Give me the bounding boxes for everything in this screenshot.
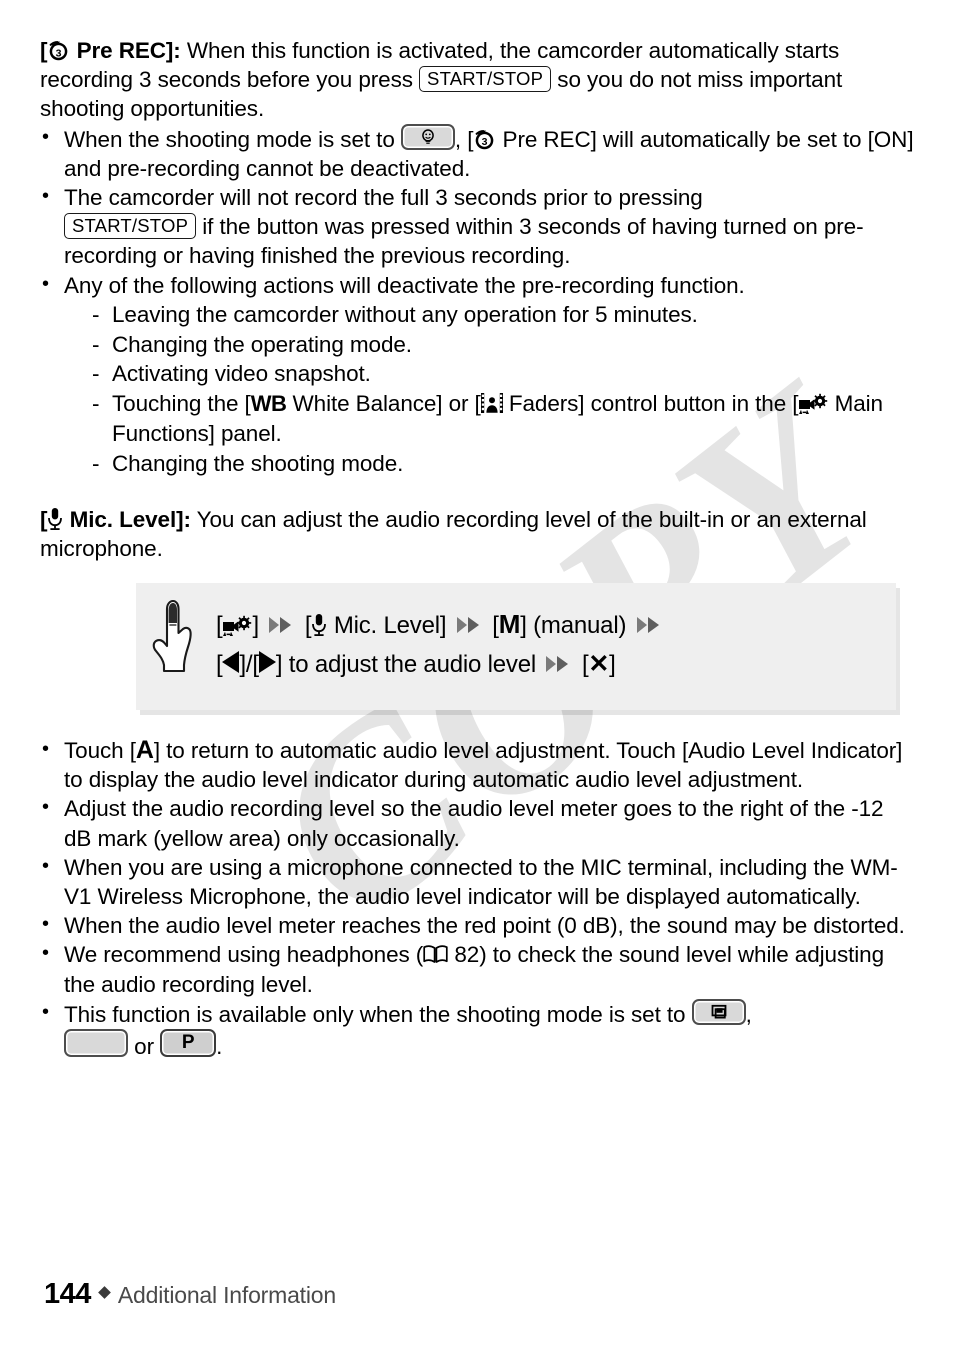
program-ae-mode-icon: P: [160, 1029, 217, 1058]
procedure-box: [] [ Mic. Level] [M] (manual) []/[] to a…: [136, 583, 896, 711]
list-item: Activating video snapshot.: [88, 359, 914, 389]
list-item: Changing the operating mode.: [88, 330, 914, 360]
sub-item-5: Changing the shooting mode.: [112, 450, 404, 476]
list-item: When the audio level meter reaches the r…: [40, 910, 914, 940]
list-item: Adjust the audio recording level so the …: [40, 793, 914, 852]
list-item: The camcorder will not record the full 3…: [40, 182, 914, 271]
pre-rec-paragraph: [3 Pre REC]: When this function is activ…: [40, 36, 914, 124]
double-chevron-icon: [545, 647, 572, 673]
pre-rec-icon: 3: [473, 128, 496, 151]
page-number: 144: [44, 1278, 91, 1310]
mic-level-bullet-list: Touch [A] to return to automatic audio l…: [40, 735, 914, 1061]
procedure-line-1: [] [ Mic. Level] [M] (manual): [216, 605, 876, 645]
double-chevron-icon: [636, 608, 663, 634]
page-content: [3 Pre REC]: When this function is activ…: [40, 36, 914, 1061]
p1-f: ] (manual): [520, 612, 627, 640]
pre-rec-icon: 3: [47, 39, 70, 62]
mic-bullet-5-page: 82: [454, 942, 480, 968]
double-chevron-icon: [268, 608, 295, 634]
mic-bullet-2: Adjust the audio recording level so the …: [64, 796, 884, 851]
bracket-close: ]:: [165, 38, 181, 63]
svg-text:3: 3: [56, 47, 62, 59]
bracket-open: [: [40, 38, 48, 63]
bullet-1-text-a: When the shooting mode is set to: [64, 126, 395, 152]
right-triangle-icon: [258, 651, 276, 674]
pre-rec-bullet-list: When the shooting mode is set to , [3 Pr…: [40, 123, 914, 479]
main-functions-icon: [798, 392, 828, 415]
mic-bullet-4: When the audio level meter reaches the r…: [64, 913, 905, 939]
list-item: When the shooting mode is set to , [3 Pr…: [40, 123, 914, 183]
sub-item-2: Changing the operating mode.: [112, 331, 412, 357]
sub-item-1: Leaving the camcorder without any operat…: [112, 301, 698, 327]
smart-auto-mode-icon: [400, 123, 455, 150]
bullet-2-text-a: The camcorder will not record the full 3…: [64, 185, 703, 211]
mic-bullet-6-b: ,: [745, 1001, 752, 1027]
bracket-open: [: [40, 506, 48, 532]
mic-level-heading: [ Mic. Level]:: [40, 507, 191, 532]
svg-text:3: 3: [482, 136, 488, 148]
cinema-mode-icon: [691, 998, 746, 1025]
mic-bullet-5-a: We recommend using headphones (: [64, 942, 424, 968]
list-item: Touching the [WB White Balance] or [ Fad…: [88, 389, 914, 449]
pre-rec-label: Pre REC: [76, 38, 166, 63]
blank-mode-icon: [64, 1029, 128, 1058]
list-item: When you are using a microphone connecte…: [40, 852, 914, 911]
faders-icon: [480, 392, 503, 414]
bracket-close: ]:: [176, 506, 191, 532]
list-item: This function is available only when the…: [40, 998, 914, 1061]
mic-bullet-6-a: This function is available only when the…: [64, 1001, 686, 1027]
white-balance-icon: WB: [250, 391, 287, 417]
mic-level-paragraph: [ Mic. Level]: You can adjust the audio …: [40, 505, 914, 563]
program-mode-letter: P: [181, 1032, 195, 1054]
sub-item-3: Activating video snapshot.: [112, 361, 371, 387]
procedure-steps: [] [ Mic. Level] [M] (manual) []/[] to a…: [216, 605, 876, 684]
mic-bullet-3: When you are using a microphone connecte…: [64, 854, 898, 910]
p2-b: ]/[: [239, 651, 259, 679]
main-functions-icon: [222, 614, 252, 637]
diamond-separator-icon: [98, 1286, 111, 1299]
auto-mode-letter: A: [135, 736, 154, 765]
p1-b: ]: [252, 612, 259, 640]
sub-item-4-b: White Balance] or [: [292, 391, 481, 417]
list-item: Changing the shooting mode.: [88, 449, 914, 479]
sub-item-4-c: Faders] control button in the [: [508, 391, 799, 417]
procedure-box-wrapper: [] [ Mic. Level] [M] (manual) []/[] to a…: [136, 583, 896, 711]
left-triangle-icon: [222, 651, 240, 674]
p1-d: Mic. Level]: [333, 612, 447, 640]
start-stop-keycap: START/STOP: [419, 66, 552, 93]
manual-mode-letter: M: [498, 609, 521, 640]
open-book-icon: [423, 944, 448, 964]
mic-bullet-6-c: or: [134, 1034, 154, 1060]
mic-level-label: Mic. Level: [69, 506, 177, 532]
mic-bullet-6-d: .: [216, 1034, 223, 1060]
list-item: We recommend using headphones ( 82) to c…: [40, 939, 914, 998]
list-item: Any of the following actions will deacti…: [40, 270, 914, 479]
touch-hand-icon: [150, 599, 194, 673]
pre-rec-heading: [3 Pre REC]:: [40, 38, 181, 63]
p2-e: ]: [609, 651, 616, 679]
mic-bullet-1-b: ] to return to automatic audio level adj…: [64, 738, 903, 793]
page-footer: 144 Additional Information: [44, 1278, 336, 1311]
microphone-icon: [311, 613, 327, 637]
procedure-line-2: []/[] to adjust the audio level [✕]: [216, 645, 876, 684]
bullet-3-text: Any of the following actions will deacti…: [64, 272, 745, 298]
p2-c: ] to adjust the audio level: [275, 651, 536, 679]
double-chevron-icon: [456, 608, 483, 634]
microphone-icon: [47, 507, 63, 531]
list-item: Leaving the camcorder without any operat…: [88, 300, 914, 330]
bullet-1-text-b: , [: [454, 126, 474, 152]
pre-rec-sub-list: Leaving the camcorder without any operat…: [64, 300, 914, 479]
sub-item-4-a: Touching the [: [112, 391, 251, 417]
start-stop-keycap: START/STOP: [64, 213, 197, 240]
manual-page: [3 Pre REC]: When this function is activ…: [0, 0, 954, 1345]
list-item: Touch [A] to return to automatic audio l…: [40, 735, 914, 794]
mic-bullet-1-a: Touch [: [64, 738, 136, 764]
section-title: Additional Information: [117, 1282, 336, 1308]
close-icon: ✕: [588, 650, 610, 679]
